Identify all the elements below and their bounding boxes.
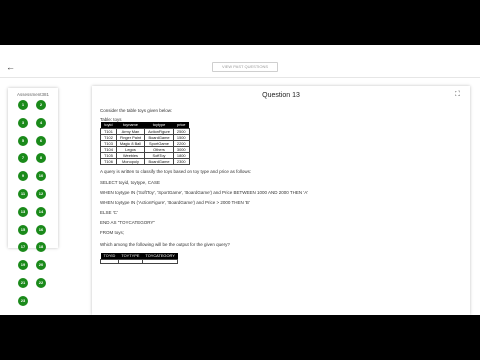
query-intro: A query is written to classify the toys … xyxy=(100,169,252,174)
fullscreen-icon[interactable]: ⛶ xyxy=(455,91,463,99)
table-row: T106 Monopoly BoardGame 2300 xyxy=(100,157,190,165)
question-button[interactable]: 21 xyxy=(18,278,28,288)
question-button[interactable]: 23 xyxy=(18,295,28,306)
question-button[interactable]: 7 xyxy=(18,153,28,164)
query-line: WHEN toytype IN ('SoftToy', 'SportGame',… xyxy=(100,190,309,195)
question-button[interactable]: 14 xyxy=(36,206,46,217)
query-line: SELECT toyid, toytype, CASE xyxy=(100,180,160,185)
column-header: TOYTYPE xyxy=(118,253,143,259)
query-line: WHEN toytype IN ('ActionFigure', 'BoardG… xyxy=(100,200,250,205)
question-panel: Question 13 ⛶ Consider the table toys gi… xyxy=(92,86,470,315)
view-past-questions-button[interactable]: VIEW PAST QUESTIONS xyxy=(212,62,278,72)
question-button[interactable]: 18 xyxy=(36,242,46,253)
question-button[interactable]: 9 xyxy=(18,171,28,182)
assessment-title: Assessment381 xyxy=(16,92,50,97)
output-table-header: TOYID TOYTYPE TOYCATEGORY xyxy=(100,253,178,259)
back-arrow-icon[interactable]: ← xyxy=(6,62,16,72)
table-cell: BoardGame xyxy=(144,157,174,165)
column-header: TOYCATEGORY xyxy=(142,253,178,259)
query-line: FROM toys; xyxy=(100,230,125,235)
table-cell: T106 xyxy=(100,157,117,165)
question-button[interactable]: 1 xyxy=(18,100,28,110)
query-line: ELSE 'C' xyxy=(100,210,118,215)
question-button[interactable]: 5 xyxy=(18,135,28,146)
app-screen: ← VIEW PAST QUESTIONS Assessment381 1234… xyxy=(0,45,480,315)
question-button[interactable]: 16 xyxy=(36,224,46,235)
table-cell: BoardGame xyxy=(144,133,174,141)
question-button[interactable]: 10 xyxy=(36,171,46,182)
top-bar: ← VIEW PAST QUESTIONS xyxy=(0,45,480,78)
question-button[interactable]: 4 xyxy=(36,117,46,128)
question-button[interactable]: 20 xyxy=(36,260,46,271)
table-cell: Monopoly xyxy=(115,157,146,165)
question-button[interactable]: 12 xyxy=(36,189,46,199)
question-button[interactable]: 6 xyxy=(36,135,46,146)
question-button[interactable]: 11 xyxy=(18,189,28,199)
question-button[interactable]: 2 xyxy=(36,100,46,110)
table-cell: ActionFigure xyxy=(144,127,174,135)
toys-table-body: T101 Army Man ActionFigure 2500 T102 Finger P… xyxy=(100,127,190,165)
question-button[interactable]: 17 xyxy=(18,242,28,253)
question-prompt: Which among the following will be the ou… xyxy=(100,242,230,247)
question-button[interactable]: 22 xyxy=(36,278,46,288)
question-button[interactable]: 13 xyxy=(18,206,28,217)
question-button[interactable]: 8 xyxy=(36,153,46,164)
question-navigator: Assessment381 1 2 3 4 5 6 7 8 9 10 11 12 13 14 15 16 17 1… xyxy=(8,88,58,306)
question-button[interactable]: 3 xyxy=(18,117,28,128)
question-button[interactable]: 19 xyxy=(18,260,28,271)
query-line: END AS "TOYCATEGORY" xyxy=(100,220,155,225)
question-intro: Consider the table toys given below: xyxy=(100,108,173,113)
table-cell: Finger Paint xyxy=(115,133,146,141)
table-cell: 2300 xyxy=(172,157,190,165)
question-title: Question 13 xyxy=(262,92,300,99)
table-row xyxy=(100,258,179,264)
output-option-table: TOYID TOYTYPE TOYCATEGORY xyxy=(100,253,179,264)
table-cell: Magic 8 Ball xyxy=(115,139,146,147)
question-button[interactable]: 15 xyxy=(18,224,28,235)
toys-table: toyid toyname toytype price T101 Army Man Act… xyxy=(100,122,190,165)
